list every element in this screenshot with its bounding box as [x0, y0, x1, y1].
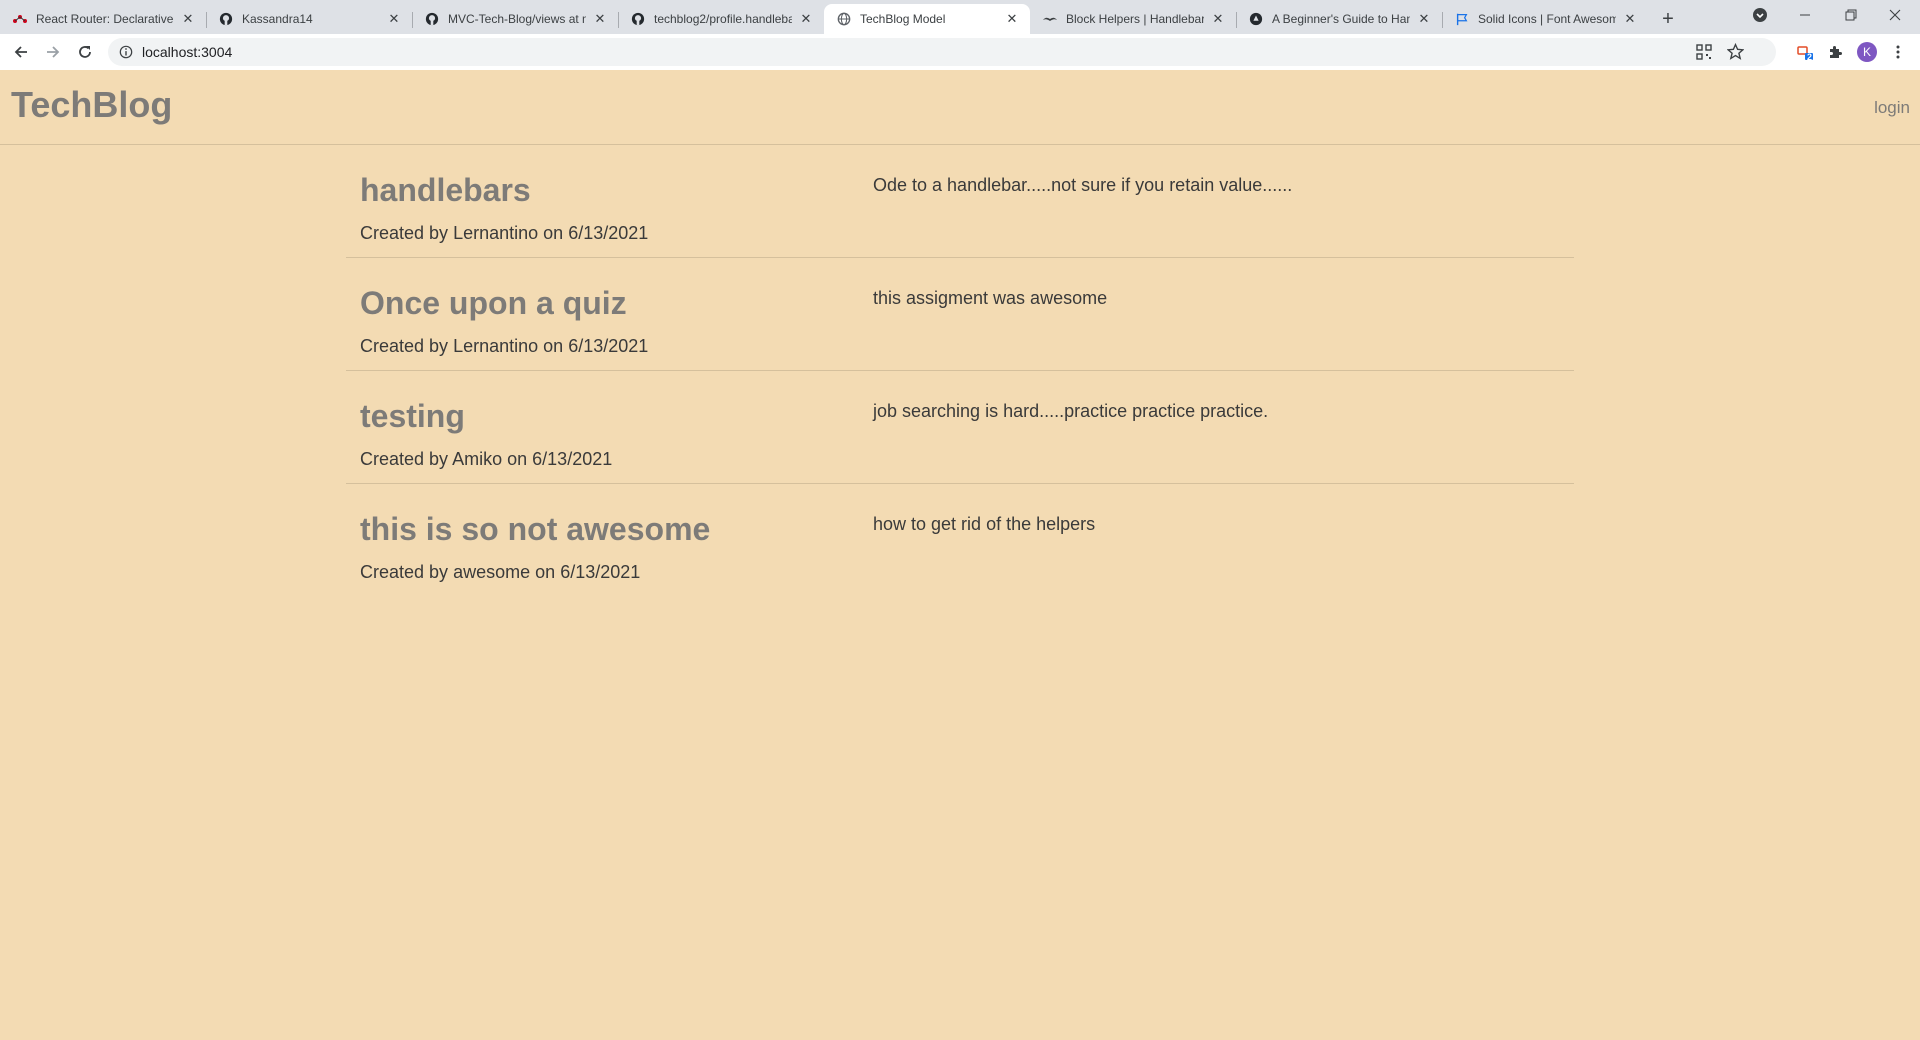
tab-title: Block Helpers | Handlebars: [1066, 12, 1204, 26]
on-label: on: [543, 223, 564, 243]
browser-menu-icon[interactable]: [1883, 37, 1913, 67]
tab-title: React Router: Declarative R: [36, 12, 174, 26]
tab-title: Solid Icons | Font Awesom: [1478, 12, 1616, 26]
post-item: Once upon a quiz Created by Lernantino o…: [346, 258, 1574, 371]
post-body: this assigment was awesome: [873, 288, 1108, 308]
on-label: on: [543, 336, 564, 356]
tab-title: TechBlog Model: [860, 12, 946, 26]
post-meta: Created by Lernantino on 6/13/2021: [360, 223, 648, 244]
site-brand[interactable]: TechBlog: [11, 84, 172, 126]
post-title[interactable]: Once upon a quiz: [360, 285, 627, 322]
site-header: TechBlog login: [0, 70, 1920, 145]
flag-icon: [1454, 11, 1470, 27]
github-icon: [424, 11, 440, 27]
post-title[interactable]: this is so not awesome: [360, 511, 710, 548]
reload-icon[interactable]: [70, 37, 100, 67]
post-author: awesome: [453, 562, 531, 582]
profile-avatar[interactable]: K: [1852, 37, 1882, 67]
tab-search-icon[interactable]: [1746, 0, 1774, 30]
globe-icon: [836, 11, 852, 27]
created-by-label: Created by: [360, 562, 449, 582]
handlebars-icon: [1042, 11, 1058, 27]
post-author: Lernantino: [453, 336, 539, 356]
tab-title: Kassandra14: [242, 12, 313, 26]
tab-close-icon[interactable]: ✕: [1004, 11, 1020, 27]
browser-tab[interactable]: React Router: Declarative R ✕: [0, 4, 206, 34]
browser-tab-active[interactable]: TechBlog Model ✕: [824, 4, 1030, 34]
browser-tab[interactable]: Block Helpers | Handlebars ✕: [1030, 4, 1236, 34]
tab-close-icon[interactable]: ✕: [1416, 11, 1432, 27]
browser-tab[interactable]: Kassandra14 ✕: [206, 4, 412, 34]
extension-badge-icon[interactable]: 2: [1790, 37, 1820, 67]
post-meta: Created by awesome on 6/13/2021: [360, 562, 640, 583]
tab-close-icon[interactable]: ✕: [798, 11, 814, 27]
tab-close-icon[interactable]: ✕: [592, 11, 608, 27]
tab-title: A Beginner's Guide to Han: [1272, 12, 1410, 26]
on-label: on: [507, 449, 528, 469]
browser-tab[interactable]: techblog2/profile.handleba ✕: [618, 4, 824, 34]
post-author: Amiko: [452, 449, 503, 469]
close-window-icon[interactable]: [1880, 0, 1910, 30]
back-arrow-icon[interactable]: [6, 37, 36, 67]
post-meta: Created by Lernantino on 6/13/2021: [360, 336, 648, 357]
tab-title: MVC-Tech-Blog/views at m: [448, 12, 586, 26]
post-list: handlebars Created by Lernantino on 6/13…: [346, 145, 1574, 597]
extensions-puzzle-icon[interactable]: [1820, 37, 1850, 67]
browser-tab-strip: React Router: Declarative R ✕ Kassandra1…: [0, 0, 1920, 34]
extension-badge-count: 2: [1807, 52, 1813, 62]
post-author: Lernantino: [453, 223, 539, 243]
browser-tab[interactable]: MVC-Tech-Blog/views at m ✕: [412, 4, 618, 34]
post-body: job searching is hard.....practice pract…: [873, 401, 1269, 421]
forward-arrow-icon[interactable]: [38, 37, 68, 67]
post-item: testing Created by Amiko on 6/13/2021 jo…: [346, 371, 1574, 484]
on-label: on: [535, 562, 556, 582]
post-date: 6/13/2021: [560, 562, 641, 582]
info-icon[interactable]: [118, 44, 134, 60]
address-text: localhost:3004: [142, 44, 233, 60]
browser-tab[interactable]: A Beginner's Guide to Han ✕: [1236, 4, 1442, 34]
qr-code-icon[interactable]: [1696, 44, 1712, 63]
post-item: handlebars Created by Lernantino on 6/13…: [346, 145, 1574, 258]
post-title[interactable]: testing: [360, 398, 465, 435]
tab-close-icon[interactable]: ✕: [1622, 11, 1638, 27]
bookmark-star-icon[interactable]: [1726, 42, 1745, 63]
post-meta: Created by Amiko on 6/13/2021: [360, 449, 612, 470]
post-body: Ode to a handlebar.....not sure if you r…: [873, 175, 1293, 195]
github-icon: [630, 11, 646, 27]
post-item: this is so not awesome Created by awesom…: [346, 484, 1574, 597]
tab-close-icon[interactable]: ✕: [1210, 11, 1226, 27]
tab-close-icon[interactable]: ✕: [386, 11, 402, 27]
site-icon: [1248, 11, 1264, 27]
react-router-icon: [12, 11, 28, 27]
post-title[interactable]: handlebars: [360, 172, 531, 209]
profile-initial: K: [1857, 42, 1877, 62]
post-date: 6/13/2021: [568, 336, 649, 356]
login-link[interactable]: login: [1874, 98, 1910, 118]
created-by-label: Created by: [360, 336, 449, 356]
browser-tab[interactable]: Solid Icons | Font Awesom ✕: [1442, 4, 1648, 34]
browser-toolbar: localhost:3004 2 K: [0, 34, 1920, 70]
post-body: how to get rid of the helpers: [873, 514, 1096, 534]
minimize-icon[interactable]: [1790, 0, 1820, 30]
tab-close-icon[interactable]: ✕: [180, 11, 196, 27]
post-date: 6/13/2021: [568, 223, 649, 243]
new-tab-button[interactable]: +: [1654, 4, 1682, 34]
address-bar[interactable]: localhost:3004: [108, 38, 1776, 66]
restore-icon[interactable]: [1836, 0, 1866, 30]
page-content: TechBlog login handlebars Created by Ler…: [0, 70, 1920, 1040]
github-icon: [218, 11, 234, 27]
created-by-label: Created by: [360, 449, 449, 469]
post-date: 6/13/2021: [532, 449, 613, 469]
created-by-label: Created by: [360, 223, 449, 243]
tab-title: techblog2/profile.handleba: [654, 12, 792, 26]
